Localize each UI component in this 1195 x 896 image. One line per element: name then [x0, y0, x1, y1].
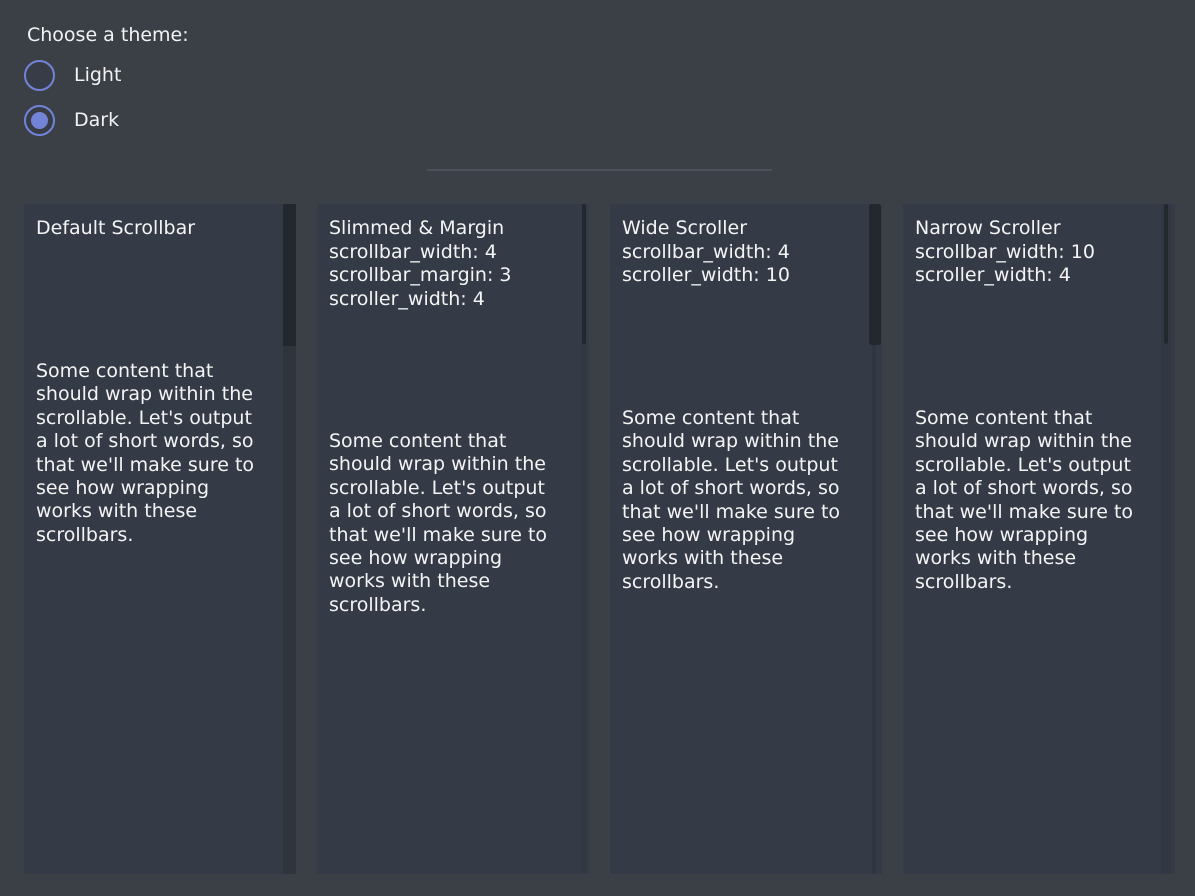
- scrollbar-thumb[interactable]: [582, 204, 586, 344]
- panel-header: Slimmed & Margin scrollbar_width: 4 scro…: [329, 217, 511, 311]
- scroll-panel-narrow-scroller[interactable]: Narrow Scroller scrollbar_width: 10 scro…: [903, 204, 1175, 874]
- panel-body-text: Some content that should wrap within the…: [622, 407, 872, 594]
- panel-title: Slimmed & Margin: [329, 217, 511, 241]
- radio-label-light[interactable]: Light: [74, 64, 121, 86]
- radio-circle-icon[interactable]: [24, 105, 55, 136]
- panel-body-text: Some content that should wrap within the…: [915, 407, 1165, 594]
- panel-title: Narrow Scroller: [915, 217, 1095, 241]
- panel-param: scroller_width: 4: [915, 264, 1095, 288]
- scroll-panel-slimmed-margin[interactable]: Slimmed & Margin scrollbar_width: 4 scro…: [317, 204, 589, 874]
- panel-param: scrollbar_width: 4: [622, 241, 790, 265]
- panel-param: scrollbar_width: 10: [915, 241, 1095, 265]
- theme-chooser-label: Choose a theme:: [27, 24, 189, 46]
- panel-header: Narrow Scroller scrollbar_width: 10 scro…: [915, 217, 1095, 288]
- panel-body-text: Some content that should wrap within the…: [329, 430, 579, 617]
- panel-header: Wide Scroller scrollbar_width: 4 scrolle…: [622, 217, 790, 288]
- panel-param: scrollbar_margin: 3: [329, 264, 511, 288]
- panel-title: Default Scrollbar: [36, 217, 195, 241]
- radio-label-dark[interactable]: Dark: [74, 109, 119, 131]
- panel-param: scrollbar_width: 4: [329, 241, 511, 265]
- radio-option-light[interactable]: Light: [24, 59, 121, 91]
- radio-selected-dot-icon: [31, 112, 48, 129]
- radio-circle-icon[interactable]: [24, 60, 55, 91]
- panel-param: scroller_width: 4: [329, 288, 511, 312]
- scroll-panel-wide-scroller[interactable]: Wide Scroller scrollbar_width: 4 scrolle…: [610, 204, 882, 874]
- scroll-panel-default[interactable]: Default Scrollbar Some content that shou…: [24, 204, 296, 874]
- horizontal-divider: [427, 169, 772, 171]
- radio-option-dark[interactable]: Dark: [24, 104, 119, 136]
- scrollbar-thumb[interactable]: [1164, 204, 1168, 344]
- panel-param: scroller_width: 10: [622, 264, 790, 288]
- panel-body-text: Some content that should wrap within the…: [36, 360, 286, 547]
- panel-title: Wide Scroller: [622, 217, 790, 241]
- scrollbar-thumb[interactable]: [869, 204, 881, 345]
- panel-header: Default Scrollbar: [36, 217, 195, 241]
- scrollbar-thumb[interactable]: [283, 204, 296, 346]
